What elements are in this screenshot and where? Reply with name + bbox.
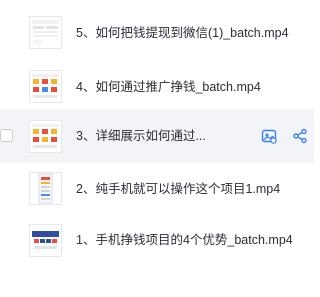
video-thumbnail-icon	[29, 224, 62, 257]
share-icon[interactable]	[292, 128, 308, 144]
list-item[interactable]: 1、手机挣钱项目的4个优势_batch.mp4	[0, 214, 314, 266]
file-name[interactable]: 4、如何通过推广挣钱_batch.mp4	[76, 79, 261, 95]
file-name[interactable]: 2、纯手机就可以操作这个项目1.mp4	[76, 181, 280, 197]
file-list: 5、如何把钱提现到微信(1)_batch.mp4 4、如何通过推广挣钱_batc…	[0, 0, 314, 297]
video-thumbnail-icon	[29, 70, 62, 103]
video-thumbnail-icon	[29, 120, 62, 153]
file-name[interactable]: 3、详细展示如何通过...	[76, 128, 206, 144]
list-item[interactable]: 4、如何通过推广挣钱_batch.mp4	[0, 61, 314, 113]
file-name[interactable]: 1、手机挣钱项目的4个优势_batch.mp4	[76, 232, 293, 248]
row-actions	[261, 128, 308, 144]
file-name[interactable]: 5、如何把钱提现到微信(1)_batch.mp4	[76, 25, 289, 41]
list-item[interactable]: 5、如何把钱提现到微信(1)_batch.mp4	[0, 7, 314, 59]
row-checkbox[interactable]	[0, 129, 13, 142]
list-item[interactable]: 2、纯手机就可以操作这个项目1.mp4	[0, 163, 314, 215]
save-to-drive-icon[interactable]	[261, 128, 277, 144]
video-thumbnail-icon	[29, 172, 62, 205]
video-thumbnail-icon	[29, 16, 62, 49]
list-item[interactable]: 3、详细展示如何通过...	[0, 110, 314, 162]
